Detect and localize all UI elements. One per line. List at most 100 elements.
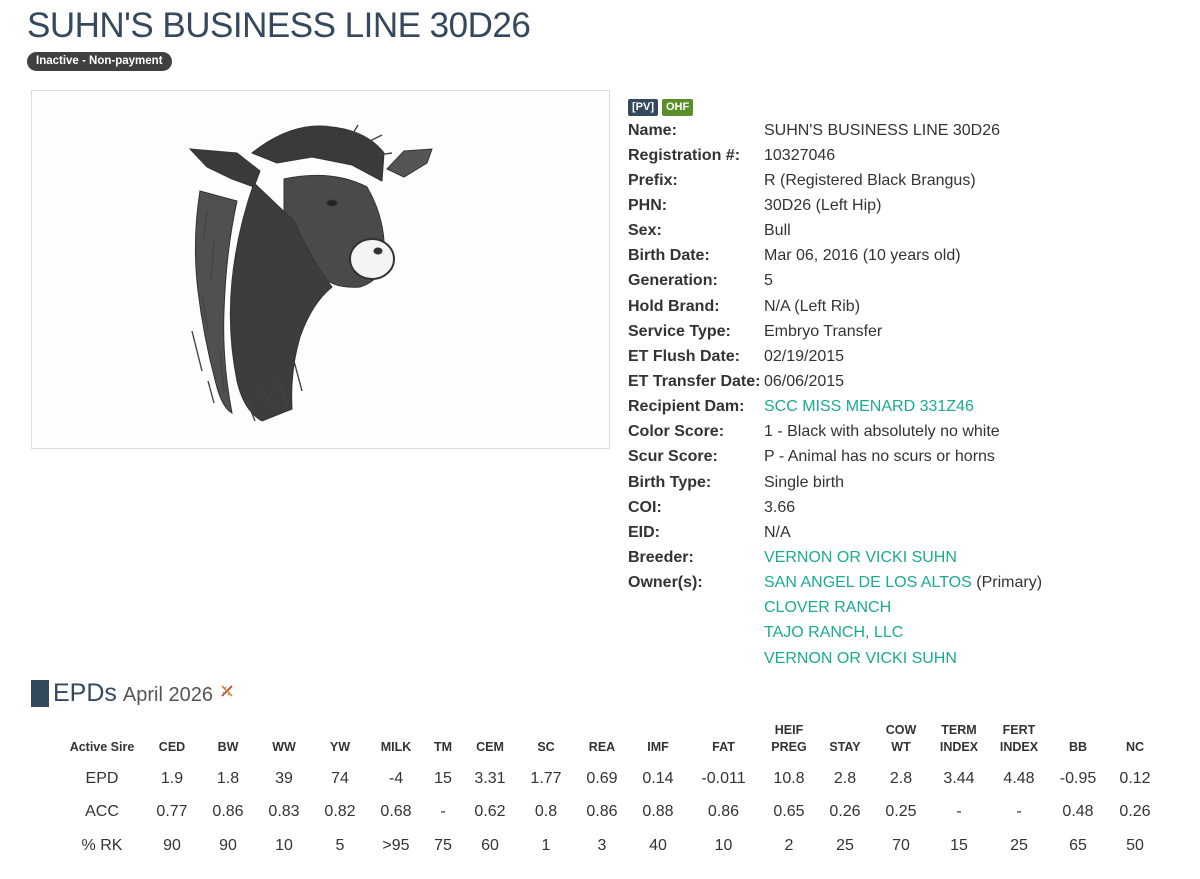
phn-value: 30D26 (Left Hip) bbox=[764, 196, 882, 214]
epd-cell: 0.8 bbox=[534, 803, 558, 821]
epd-cell: 25 bbox=[836, 836, 854, 854]
status-badge: Inactive - Non-payment bbox=[27, 52, 172, 71]
recipient-dam-link[interactable]: SCC MISS MENARD 331Z46 bbox=[764, 398, 974, 415]
epd-cell: 2.8 bbox=[889, 769, 913, 787]
epd-column-header: BW bbox=[200, 720, 256, 762]
epd-column-header-line: COW bbox=[885, 723, 917, 737]
epd-cell: 0.48 bbox=[1062, 803, 1094, 821]
recipient-dam-label: Recipient Dam: bbox=[628, 398, 745, 416]
animal-info-table: Name: SUHN'S BUSINESS LINE 30D26 Registra… bbox=[628, 118, 1042, 671]
animal-tags: [PV] OHF bbox=[628, 99, 694, 116]
hold-brand-value: N/A (Left Rib) bbox=[764, 297, 861, 315]
epd-cell: 15 bbox=[950, 836, 968, 854]
epd-cell: - bbox=[1016, 803, 1022, 821]
epd-column-header: BB bbox=[1049, 720, 1107, 762]
epd-cell: 50 bbox=[1126, 836, 1144, 854]
epd-column-header-line: HEIF bbox=[774, 723, 804, 737]
epd-column-header: WW bbox=[256, 720, 312, 762]
ohf-badge: OHF bbox=[662, 99, 694, 116]
birth-type-value: Single birth bbox=[764, 473, 845, 491]
animal-photo bbox=[31, 90, 610, 449]
name-value: SUHN'S BUSINESS LINE 30D26 bbox=[764, 121, 1001, 139]
owner-link[interactable]: VERNON OR VICKI SUHN bbox=[764, 650, 957, 667]
sex-label: Sex: bbox=[628, 222, 662, 240]
epd-cell: 70 bbox=[892, 836, 910, 854]
dna-icon[interactable] bbox=[219, 683, 235, 704]
registration-value: 10327046 bbox=[764, 146, 836, 164]
epd-cell: 10 bbox=[275, 836, 293, 854]
service-type-label: Service Type: bbox=[628, 322, 731, 340]
epd-column-header: FERT INDEX bbox=[989, 720, 1049, 762]
prefix-value: R (Registered Black Brangus) bbox=[764, 171, 976, 189]
epd-column-header-line: NC bbox=[1125, 740, 1145, 754]
epd-cell: 0.68 bbox=[380, 803, 412, 821]
epd-cell: 3.44 bbox=[943, 769, 975, 787]
epd-column-header-line: CED bbox=[158, 740, 186, 754]
epd-column-header: NC bbox=[1107, 720, 1163, 762]
epd-cell: 74 bbox=[331, 769, 349, 787]
coi-label: COI: bbox=[628, 498, 662, 516]
epd-cell: 0.88 bbox=[642, 803, 674, 821]
epd-cell: 0.65 bbox=[773, 803, 805, 821]
owner-link[interactable]: CLOVER RANCH bbox=[764, 599, 891, 616]
epd-column-header-line: Active Sire bbox=[69, 740, 135, 754]
epd-column-header-line: CEM bbox=[476, 740, 504, 754]
epd-table: Active Sire CED BW WW YW MILK TM CEM SC REA IMF FAT… bbox=[60, 720, 1163, 863]
color-score-label: Color Score: bbox=[628, 423, 725, 441]
epd-column-header-line: TERM bbox=[941, 723, 977, 737]
page-title: SUHN'S BUSINESS LINE 30D26 bbox=[27, 6, 531, 45]
epd-column-header-line: FAT bbox=[712, 740, 735, 754]
epd-row-label: ACC bbox=[85, 803, 119, 821]
eid-label: EID: bbox=[628, 523, 660, 541]
epd-cell: 0.82 bbox=[324, 803, 356, 821]
hold-brand-label: Hold Brand: bbox=[628, 297, 720, 315]
registration-label: Registration #: bbox=[628, 146, 741, 164]
epd-cell: 3.31 bbox=[474, 769, 506, 787]
epd-column-header-line: WW bbox=[272, 740, 296, 754]
epd-column-header-line: TM bbox=[433, 740, 453, 754]
epd-column-header: FAT bbox=[686, 720, 761, 762]
birth-date-label: Birth Date: bbox=[628, 247, 710, 265]
epd-cell: 2.8 bbox=[833, 769, 857, 787]
owner-link[interactable]: SAN ANGEL DE LOS ALTOS bbox=[764, 574, 972, 591]
epd-column-header-line: BW bbox=[217, 740, 239, 754]
epd-column-header-line: STAY bbox=[829, 740, 861, 754]
scur-score-label: Scur Score: bbox=[628, 448, 718, 466]
breeder-link[interactable]: VERNON OR VICKI SUHN bbox=[764, 549, 957, 566]
owner-link[interactable]: TAJO RANCH, LLC bbox=[764, 624, 903, 641]
birth-date-value: Mar 06, 2016 (10 years old) bbox=[764, 247, 961, 265]
epd-cell: 90 bbox=[163, 836, 181, 854]
epd-cell: - bbox=[956, 803, 962, 821]
epd-title: EPDs bbox=[53, 679, 117, 707]
generation-value: 5 bbox=[764, 272, 773, 290]
epd-column-header-line: PREG bbox=[771, 740, 807, 754]
epd-column-header-line: FERT bbox=[1002, 723, 1036, 737]
epd-cell: 1.9 bbox=[160, 769, 184, 787]
epd-cell: 0.25 bbox=[885, 803, 917, 821]
epd-column-header: HEIF PREG bbox=[761, 720, 817, 762]
epd-cell: 0.62 bbox=[474, 803, 506, 821]
service-type-value: Embryo Transfer bbox=[764, 322, 883, 340]
epd-column-header-line: INDEX bbox=[939, 740, 979, 754]
epd-section-header: EPDs April 2026 bbox=[31, 679, 235, 708]
epd-column-header: IMF bbox=[630, 720, 686, 762]
epd-column-header: CED bbox=[144, 720, 200, 762]
epd-cell: - bbox=[440, 803, 446, 821]
epd-column-header: SC bbox=[518, 720, 574, 762]
epd-column-header: COW WT bbox=[873, 720, 929, 762]
epd-row: ACC 0.77 0.86 0.83 0.82 0.68 - 0.62 0.8 0.86 0.88 0… bbox=[60, 796, 1163, 830]
eid-value: N/A bbox=[764, 523, 791, 541]
epd-column-header-line: BB bbox=[1068, 740, 1088, 754]
epd-column-header-line: INDEX bbox=[999, 740, 1039, 754]
scur-score-value: P - Animal has no scurs or horns bbox=[764, 448, 995, 466]
et-transfer-date-label: ET Transfer Date: bbox=[628, 372, 761, 390]
sex-value: Bull bbox=[764, 222, 791, 240]
epd-cell: 25 bbox=[1010, 836, 1028, 854]
et-transfer-date-value: 06/06/2015 bbox=[764, 372, 845, 390]
epd-cell: 1.8 bbox=[216, 769, 240, 787]
epd-row: EPD 1.9 1.8 39 74 -4 15 3.31 1.77 0.69 0.14 -0.011 1… bbox=[60, 762, 1163, 796]
epd-cell: 0.86 bbox=[212, 803, 244, 821]
epd-cell: -4 bbox=[388, 769, 404, 787]
epd-cell: 0.77 bbox=[156, 803, 188, 821]
epd-cell: 0.26 bbox=[829, 803, 861, 821]
